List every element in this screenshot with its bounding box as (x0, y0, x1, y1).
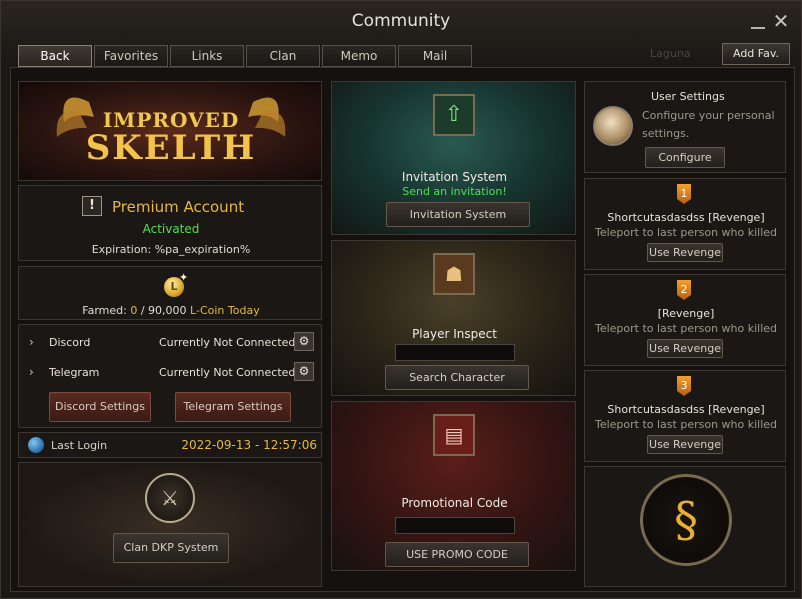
telegram-settings-button[interactable]: Telegram Settings (175, 392, 291, 422)
farmed-max: / 90,000 (137, 304, 187, 317)
lcoin-farmed: Farmed: 0 / 90,000 L-Coin Today (19, 304, 323, 317)
tab-mail[interactable]: Mail (398, 45, 472, 67)
telegram-gear-icon[interactable]: ⚙ (294, 362, 314, 381)
server-banner: IMPROVED SKELTH (18, 81, 322, 181)
tab-favorites[interactable]: Favorites (94, 45, 168, 67)
tab-back[interactable]: Back (18, 45, 92, 67)
telegram-status: Currently Not Connected (159, 366, 296, 379)
use-revenge-button[interactable]: Use Revenge (647, 339, 723, 358)
last-login-value: 2022-09-13 - 12:57:06 (181, 438, 317, 452)
clan-dkp-button[interactable]: Clan DKP System (113, 533, 229, 563)
lcoin-suffix: L-Coin Today (190, 304, 260, 317)
social-panel: › Discord Currently Not Connected ⚙ › Te… (18, 324, 322, 428)
chevron-right-icon: › (29, 365, 34, 379)
promo-code-input[interactable] (395, 517, 515, 534)
revenge-panel-3: 3 Shortcutasdasdss [Revenge] Teleport to… (584, 370, 786, 462)
warning-icon: ! (82, 196, 102, 216)
discord-gear-icon[interactable]: ⚙ (294, 332, 314, 351)
revenge-panel-2: 2 [Revenge] Teleport to last person who … (584, 274, 786, 366)
rank-badge-icon: 1 (677, 184, 691, 204)
invitation-title: Invitation System (401, 170, 508, 184)
discord-settings-button[interactable]: Discord Settings (49, 392, 151, 422)
backpack-icon: ☗ (433, 253, 475, 295)
emblem-panel: § (584, 466, 786, 587)
player-inspect-panel: ☗ Player Inspect Search Character (331, 240, 576, 396)
inspect-title: Player Inspect (412, 327, 497, 341)
discord-status: Currently Not Connected (159, 336, 296, 349)
sparkle-icon: ✦ (179, 271, 189, 284)
clan-emblem-icon: ⚔ (145, 473, 195, 523)
premium-account-panel: ! Premium Account Activated Expiration: … (18, 185, 322, 261)
clan-dkp-panel: ⚔ Clan DKP System (18, 462, 322, 587)
add-favorite-button[interactable]: Add Fav. (722, 43, 790, 65)
promo-icon: ▤ (433, 414, 475, 456)
minimize-icon[interactable] (749, 13, 765, 31)
banner-line2: SKELTH (85, 128, 257, 168)
search-character-button[interactable]: Search Character (385, 365, 529, 390)
chevron-right-icon: › (29, 335, 34, 349)
use-revenge-button[interactable]: Use Revenge (647, 435, 723, 454)
revenge-panel-1: 1 Shortcutasdasdss [Revenge] Teleport to… (584, 178, 786, 270)
invitation-icon: ⇧ (433, 94, 475, 136)
titlebar[interactable]: Community ✕ (1, 1, 801, 41)
rank-badge-icon: 2 (677, 280, 691, 300)
invitation-subtitle: Send an invitation! (402, 185, 507, 198)
promo-title: Promotional Code (401, 496, 508, 510)
character-search-input[interactable] (395, 344, 515, 361)
telegram-label: Telegram (49, 366, 100, 379)
last-login-label: Last Login (51, 439, 108, 452)
revenge-title: [Revenge] (657, 307, 715, 320)
use-promo-code-button[interactable]: USE PROMO CODE (385, 542, 529, 567)
background-text: Laguna (650, 47, 691, 60)
avatar (593, 106, 633, 146)
promo-code-panel: ▤ Promotional Code USE PROMO CODE (331, 401, 576, 571)
premium-title: Premium Account (112, 198, 245, 216)
tab-memo[interactable]: Memo (322, 45, 396, 67)
invitation-button[interactable]: Invitation System (386, 202, 530, 227)
discord-label: Discord (49, 336, 91, 349)
window-title: Community (351, 11, 451, 31)
premium-expiration: Expiration: %pa_expiration% (91, 243, 251, 256)
user-settings-panel: User Settings Configure your personal se… (584, 81, 786, 173)
tab-links[interactable]: Links (170, 45, 244, 67)
revenge-title: Shortcutasdasdss [Revenge] (607, 211, 765, 224)
user-settings-desc2: settings. (642, 127, 690, 140)
globe-icon (28, 437, 44, 453)
revenge-title: Shortcutasdasdss [Revenge] (607, 403, 765, 416)
use-revenge-button[interactable]: Use Revenge (647, 243, 723, 262)
dragon-emblem-icon: § (640, 474, 732, 566)
invitation-panel: ⇧ Invitation System Send an invitation! … (331, 81, 576, 235)
rank-badge-icon: 3 (677, 376, 691, 396)
close-icon[interactable]: ✕ (771, 11, 791, 31)
user-settings-desc1: Configure your personal (642, 109, 775, 122)
configure-button[interactable]: Configure (645, 147, 725, 168)
farmed-label: Farmed: (82, 304, 127, 317)
lcoin-panel: L ✦ Farmed: 0 / 90,000 L-Coin Today (18, 266, 322, 320)
tab-clan[interactable]: Clan (246, 45, 320, 67)
community-window: Community ✕ Laguna Back Favorites Links … (0, 0, 802, 599)
premium-status: Activated (142, 222, 200, 236)
last-login-panel: Last Login 2022-09-13 - 12:57:06 (18, 432, 322, 458)
user-settings-title: User Settings (651, 90, 725, 103)
